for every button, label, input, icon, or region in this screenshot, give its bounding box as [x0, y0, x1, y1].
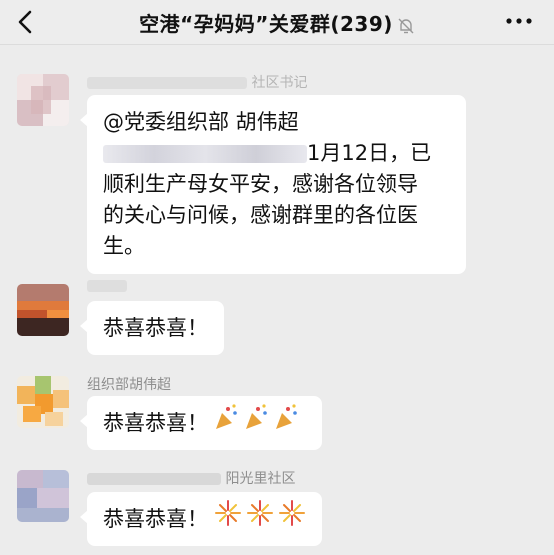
message-text: 恭喜恭喜！ — [103, 411, 208, 435]
message-bubble[interactable]: 恭喜恭喜！ — [80, 301, 224, 355]
avatar[interactable] — [17, 74, 69, 126]
message-text: 恭喜恭喜！ — [103, 507, 208, 531]
message-line-text: 1月12日，已 — [307, 141, 432, 165]
avatar[interactable] — [17, 470, 69, 522]
message-bubble[interactable]: 恭喜恭喜！ — [80, 396, 322, 451]
message-text: 恭喜恭喜！ — [103, 316, 208, 340]
message-line: @党委组织部 胡伟超 — [103, 110, 299, 134]
message-line: 的关心与问候，感谢群里的各位医 — [103, 203, 418, 227]
sender-label: 社区书记 — [251, 75, 308, 91]
bell-off-icon — [398, 18, 414, 33]
more-dots-icon[interactable] — [506, 18, 532, 24]
message-line: 生。 — [103, 234, 145, 258]
sender-name — [87, 278, 127, 294]
redacted-block — [87, 280, 127, 292]
message-bubble[interactable]: 恭喜恭喜！ — [80, 492, 322, 547]
redacted-block — [87, 473, 221, 485]
avatar[interactable] — [17, 284, 69, 336]
redacted-block — [103, 145, 307, 163]
chat-title-text: 空港“孕妈妈”关爱群(239) — [139, 12, 393, 36]
message-line: 顺利生产母女平安，感谢各位领导 — [103, 172, 418, 196]
chat-header: 空港“孕妈妈”关爱群(239) — [0, 0, 554, 45]
sender-name: 阳光里社区 — [87, 468, 295, 488]
party-popper-icon — [214, 397, 306, 451]
redacted-block — [87, 77, 247, 89]
fireworks-icon — [214, 493, 306, 547]
message-bubble[interactable]: @党委组织部 胡伟超 1月12日，已 顺利生产母女平安，感谢各位领导 的关心与问… — [80, 95, 466, 274]
avatar[interactable] — [17, 376, 69, 428]
message-line: 1月12日，已 — [103, 138, 450, 169]
sender-name: 社区书记 — [87, 72, 307, 92]
sender-label: 阳光里社区 — [225, 471, 296, 487]
chat-title: 空港“孕妈妈”关爱群(239) — [0, 8, 554, 37]
sender-name: 组织部胡伟超 — [87, 377, 171, 393]
